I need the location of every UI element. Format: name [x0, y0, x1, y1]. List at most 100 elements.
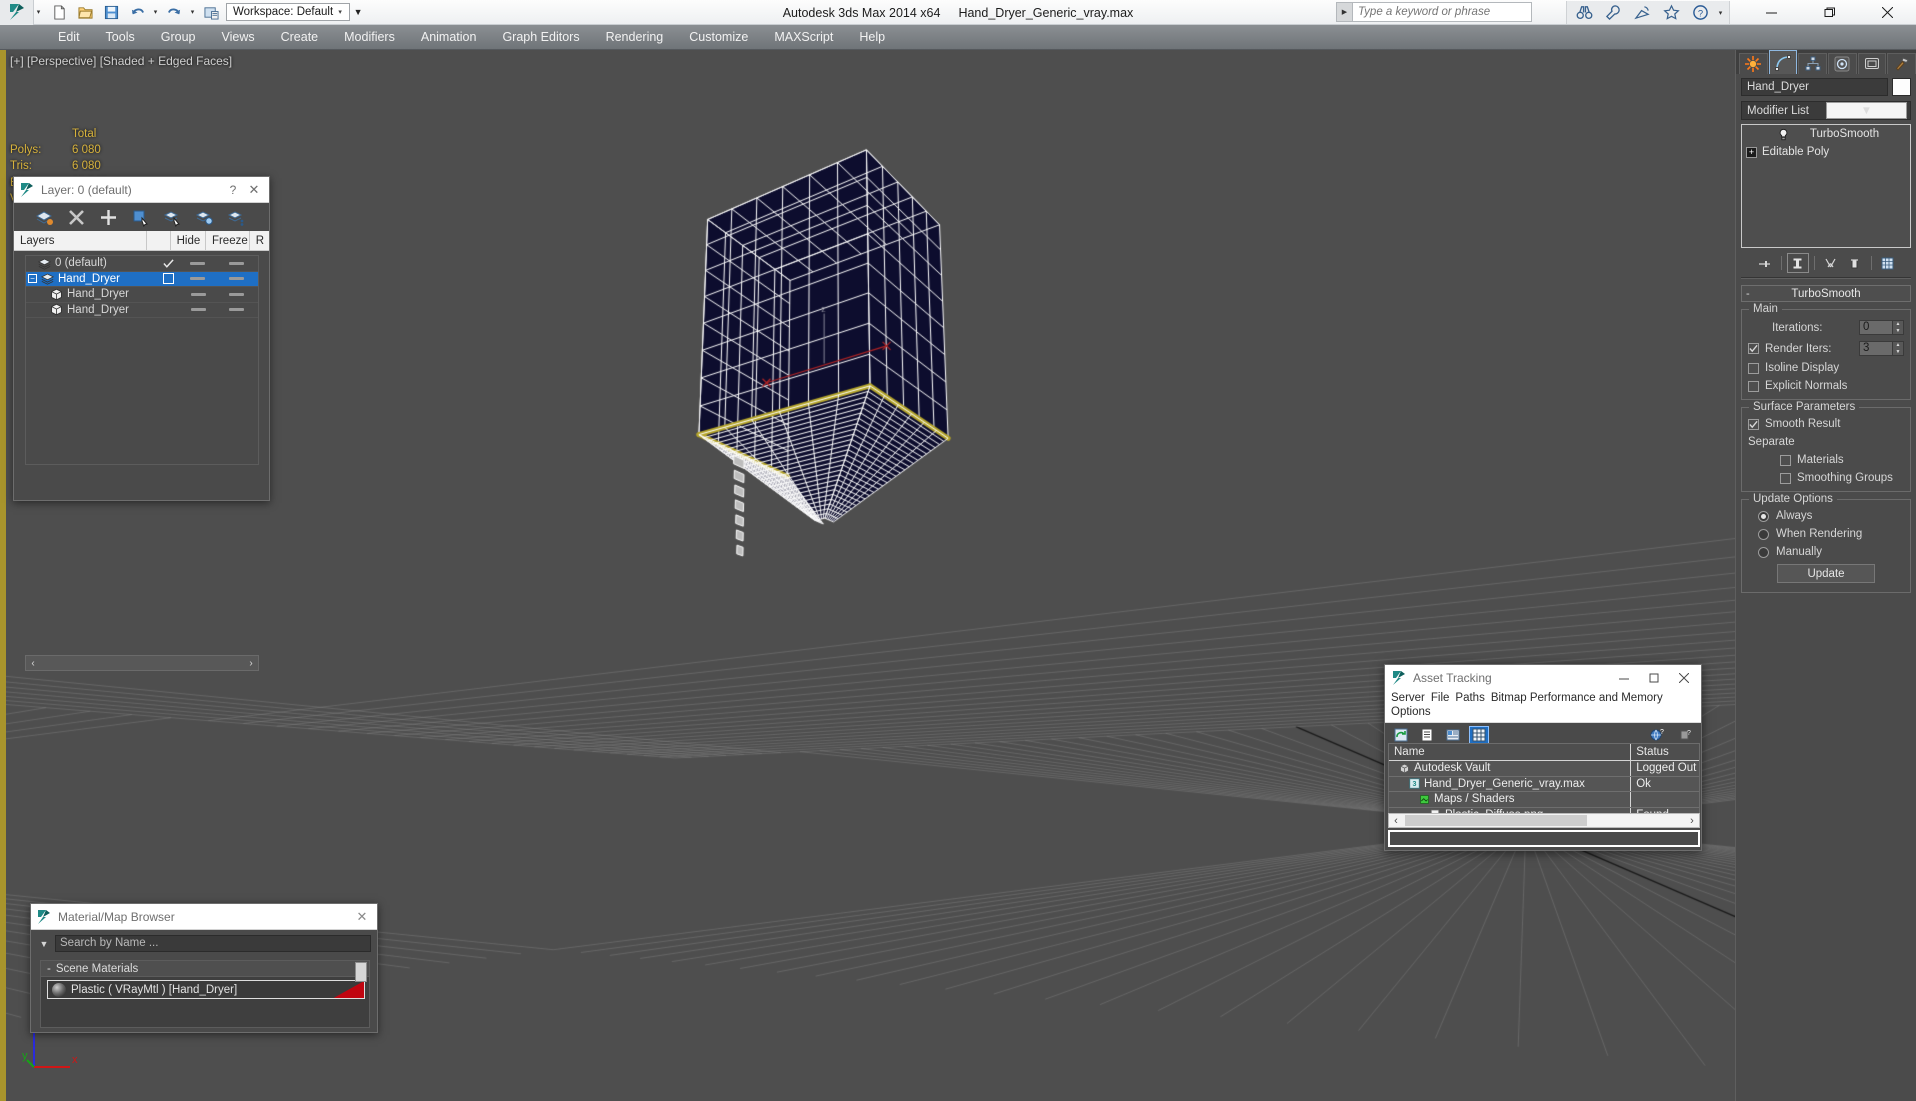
- menu-item-tools[interactable]: Tools: [93, 27, 148, 47]
- refresh-icon[interactable]: [1391, 726, 1411, 744]
- layer-hide-toggle[interactable]: [181, 292, 215, 296]
- workspace-dropdown-caret-icon[interactable]: ▾: [333, 8, 347, 16]
- separate-smoothing-groups-checkbox[interactable]: [1780, 472, 1791, 484]
- separate-smoothing-groups-row[interactable]: Smoothing Groups: [1780, 472, 1904, 484]
- isoline-display-row[interactable]: Isoline Display: [1748, 362, 1904, 374]
- at-menu-bitmap-performance[interactable]: Bitmap Performance and Memory: [1491, 691, 1669, 705]
- menu-item-rendering[interactable]: Rendering: [593, 27, 677, 47]
- maximize-button[interactable]: [1800, 0, 1858, 25]
- modifier-stack-item[interactable]: TurboSmooth: [1742, 125, 1910, 143]
- update-when-rendering-radio[interactable]: [1758, 528, 1769, 540]
- scene-materials-group[interactable]: - Scene Materials: [41, 961, 369, 977]
- redo-dropdown-caret-icon[interactable]: ▾: [188, 1, 197, 23]
- asset-tracking-table[interactable]: Name Status Autodesk Vault Logged Out ..…: [1388, 743, 1700, 823]
- delete-x-icon[interactable]: [60, 205, 92, 229]
- modifier-stack[interactable]: TurboSmooth + Editable Poly: [1741, 124, 1911, 248]
- menu-item-group[interactable]: Group: [148, 27, 209, 47]
- new-document-icon[interactable]: [47, 1, 71, 23]
- layer-dialog[interactable]: Layer: 0 (default) ? ✕ Layers Hide Freez…: [13, 176, 270, 671]
- modifier-stack-item[interactable]: + Editable Poly: [1742, 143, 1910, 161]
- layer-freeze-toggle[interactable]: [215, 277, 258, 281]
- undo-arrow-icon[interactable]: [125, 1, 149, 23]
- update-button[interactable]: Update: [1777, 564, 1875, 583]
- update-always-row[interactable]: Always: [1758, 510, 1904, 522]
- update-when-rendering-row[interactable]: When Rendering: [1758, 528, 1904, 540]
- menu-item-graph-editors[interactable]: Graph Editors: [489, 27, 592, 47]
- asset-tracking-titlebar[interactable]: Asset Tracking: [1385, 665, 1701, 691]
- material-browser-titlebar[interactable]: Material/Map Browser ✕: [31, 904, 377, 930]
- at-minimize-button[interactable]: [1609, 666, 1639, 690]
- smooth-result-checkbox[interactable]: [1748, 418, 1759, 430]
- material-browser-close-icon[interactable]: ✕: [351, 909, 373, 925]
- project-folder-icon[interactable]: [199, 1, 223, 23]
- rollout-header[interactable]: - TurboSmooth: [1741, 285, 1911, 302]
- spinner-arrows-icon[interactable]: ▲ ▼: [1893, 341, 1904, 356]
- plus-icon[interactable]: [92, 205, 124, 229]
- minimize-button[interactable]: [1742, 0, 1800, 25]
- layer-col-render[interactable]: R: [250, 231, 269, 251]
- layer-col-freeze[interactable]: Freeze: [206, 230, 250, 251]
- asset-col-name[interactable]: Name: [1389, 744, 1632, 760]
- details-icon[interactable]: [1443, 726, 1463, 744]
- layer-row[interactable]: 0 (default): [26, 256, 258, 272]
- menu-item-maxscript[interactable]: MAXScript: [761, 27, 846, 47]
- 3dsmax-logo-icon[interactable]: [0, 0, 34, 25]
- separate-materials-checkbox[interactable]: [1780, 454, 1791, 466]
- close-button[interactable]: [1858, 0, 1916, 25]
- menu-item-help[interactable]: Help: [846, 27, 898, 47]
- spinner-arrows-icon[interactable]: ▲ ▼: [1893, 320, 1904, 335]
- tab-motion[interactable]: [1828, 53, 1857, 74]
- menu-item-modifiers[interactable]: Modifiers: [331, 27, 408, 47]
- layer-freeze-toggle[interactable]: [215, 308, 258, 312]
- menu-item-edit[interactable]: Edit: [45, 27, 93, 47]
- highlight-layer-icon[interactable]: [188, 205, 220, 229]
- scroll-right-icon[interactable]: ›: [1685, 815, 1699, 827]
- separate-materials-row[interactable]: Materials: [1780, 454, 1904, 466]
- layer-options-icon[interactable]: [220, 205, 252, 229]
- render-iters-checkbox[interactable]: [1748, 343, 1759, 354]
- render-iters-stepper[interactable]: 3 ▲ ▼: [1859, 341, 1904, 356]
- menu-item-animation[interactable]: Animation: [408, 27, 490, 47]
- layer-col-hide[interactable]: Hide: [171, 230, 206, 251]
- material-list-item[interactable]: Plastic ( VRayMtl ) [Hand_Dryer]: [47, 980, 365, 999]
- new-layer-icon[interactable]: [28, 205, 60, 229]
- workspace-menu-icon[interactable]: ▼: [350, 7, 366, 17]
- list-icon[interactable]: [1417, 726, 1437, 744]
- at-maximize-button[interactable]: [1639, 666, 1669, 690]
- material-search-input[interactable]: Search by Name ...: [55, 935, 371, 952]
- tab-display[interactable]: [1857, 53, 1887, 74]
- search-input[interactable]: [1352, 2, 1532, 22]
- satellite-dish-icon[interactable]: [1629, 2, 1655, 23]
- isoline-display-checkbox[interactable]: [1748, 362, 1759, 374]
- group-collapse-icon[interactable]: -: [47, 963, 51, 975]
- scroll-left-icon[interactable]: ‹: [1389, 815, 1403, 827]
- update-manually-row[interactable]: Manually: [1758, 546, 1904, 558]
- open-folder-icon[interactable]: [73, 1, 97, 23]
- scroll-left-icon[interactable]: ‹: [26, 658, 40, 669]
- show-end-result-icon[interactable]: [1786, 253, 1809, 273]
- redo-arrow-icon[interactable]: [162, 1, 186, 23]
- asset-tracking-dialog[interactable]: Asset Tracking Server File Paths Bitmap …: [1384, 664, 1702, 851]
- object-color-swatch[interactable]: [1892, 78, 1911, 96]
- layer-row[interactable]: Hand_Dryer: [26, 287, 258, 303]
- modifier-list-dropdown[interactable]: Modifier List ▼: [1741, 101, 1911, 120]
- smooth-result-row[interactable]: Smooth Result: [1748, 418, 1904, 430]
- undo-dropdown-caret-icon[interactable]: ▾: [151, 1, 160, 23]
- layer-help-icon[interactable]: ?: [223, 183, 243, 197]
- grid-icon[interactable]: [1469, 726, 1489, 744]
- layer-hide-toggle[interactable]: [180, 277, 215, 281]
- viewport-label[interactable]: [+] [Perspective] [Shaded + Edged Faces]: [10, 54, 232, 68]
- chevron-down-icon[interactable]: ▼: [1826, 102, 1907, 119]
- layer-freeze-toggle[interactable]: [215, 292, 258, 296]
- at-menu-options[interactable]: Options: [1391, 705, 1437, 719]
- trash-icon[interactable]: [1844, 253, 1866, 273]
- expand-plus-icon[interactable]: +: [1746, 146, 1757, 158]
- layer-freeze-toggle[interactable]: [215, 261, 258, 265]
- workspace-selector[interactable]: Workspace: Default ▾: [226, 3, 351, 21]
- menu-item-customize[interactable]: Customize: [676, 27, 761, 47]
- at-menu-file[interactable]: File: [1431, 691, 1456, 705]
- at-menu-server[interactable]: Server: [1391, 691, 1431, 705]
- material-list-scrollbar[interactable]: [355, 962, 367, 982]
- asset-table-row[interactable]: Autodesk Vault Logged Out ..: [1389, 761, 1699, 777]
- scroll-right-icon[interactable]: ›: [244, 658, 258, 669]
